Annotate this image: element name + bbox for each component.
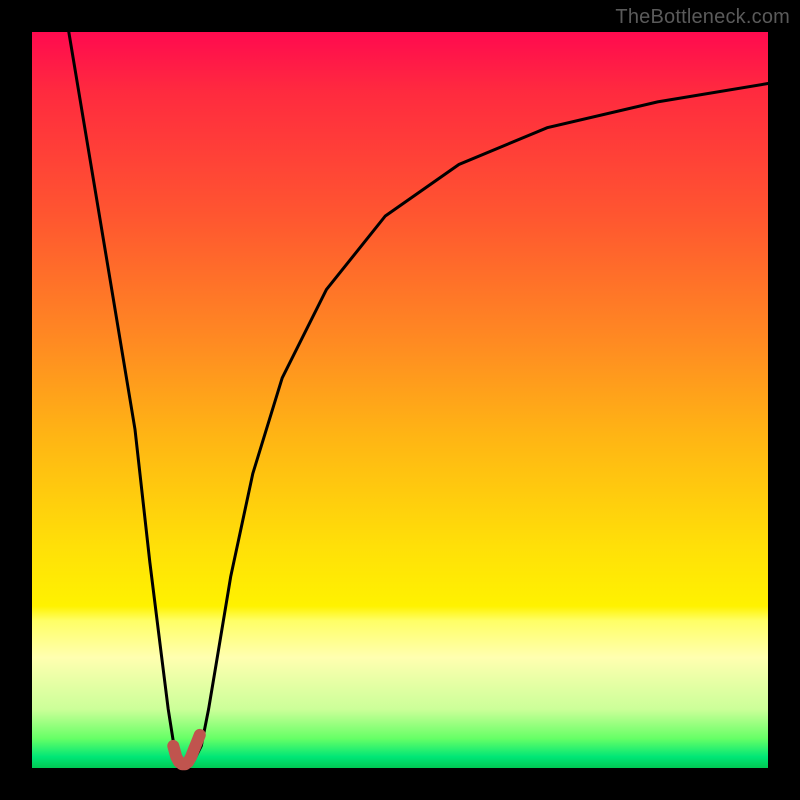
watermark-text: TheBottleneck.com xyxy=(615,6,790,29)
chart-frame: TheBottleneck.com xyxy=(0,0,800,800)
highlight-dip xyxy=(173,735,200,764)
curve-layer xyxy=(32,32,768,768)
bottleneck-curve xyxy=(69,32,768,764)
